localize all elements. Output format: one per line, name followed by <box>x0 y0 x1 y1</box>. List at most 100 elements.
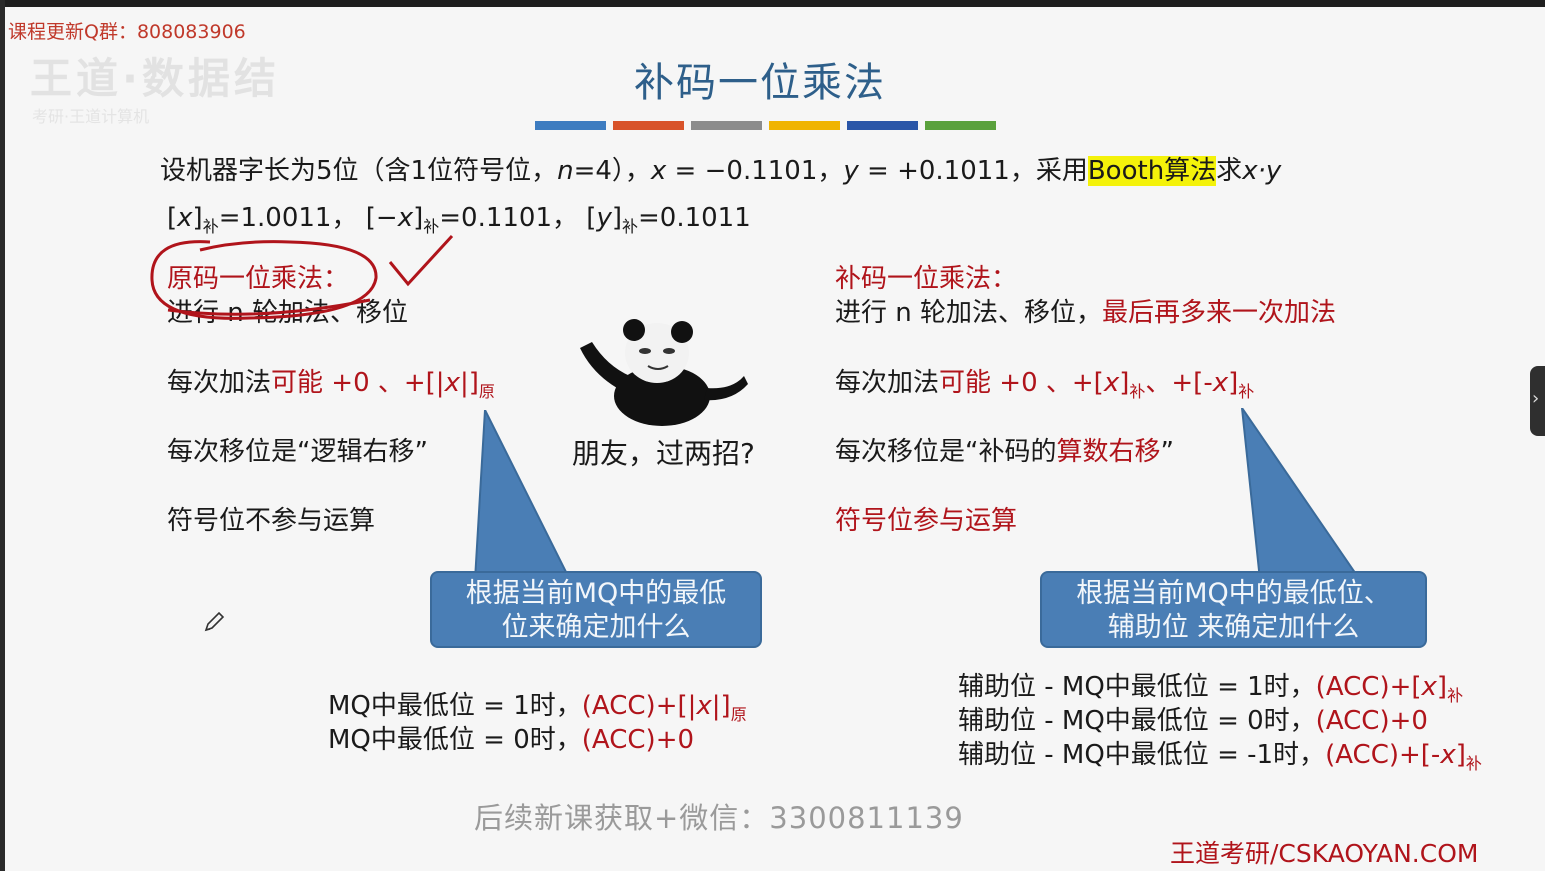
left-add-subscript: 原 <box>478 382 495 401</box>
color-bar-3 <box>691 121 762 130</box>
color-bar-4 <box>769 121 840 130</box>
faded-logo: 王道·数据结 <box>30 54 280 103</box>
right-rule-3-x: x <box>1440 740 1456 770</box>
left-callout-line-1: 根据当前MQ中的最低 <box>465 578 727 609</box>
bracket-open-1: [ <box>167 203 178 233</box>
right-callout-line-2: 辅助位 来确定加什么 <box>1107 612 1360 643</box>
right-add-red-2b: ] <box>1228 368 1239 398</box>
right-callout-pointer <box>1241 408 1362 580</box>
color-bar-1 <box>535 121 606 130</box>
var-n: n <box>557 156 574 186</box>
right-callout-line-1: 根据当前MQ中的最低位、 <box>1076 578 1391 609</box>
var-y-3: y <box>596 203 612 233</box>
right-sign-line: 符号位参与运算 <box>835 506 1018 536</box>
left-rule-1-red-2: |] <box>711 691 731 721</box>
right-rule-3-red-2: ] <box>1455 740 1466 770</box>
right-add-prefix: 每次加法 <box>835 368 940 398</box>
var-x-1: x <box>177 203 193 233</box>
right-add-red-1b: ] <box>1119 368 1130 398</box>
right-add-subscript-1: 补 <box>1129 382 1146 401</box>
top-black-bar <box>0 0 1545 7</box>
right-shift-line: 每次移位是“补码的算数右移” <box>835 431 1174 468</box>
meme-caption: 朋友，过两招? <box>572 437 755 470</box>
var-x-2: x <box>397 203 414 233</box>
problem-text-4: = +0.1011，采用 <box>858 156 1088 186</box>
right-add-x-1: x <box>1103 368 1120 398</box>
bracket-close-2: ] <box>413 203 424 233</box>
left-callout-line-2: 位来确定加什么 <box>501 612 691 643</box>
color-bar-5 <box>847 121 918 130</box>
left-rule-1-x: x <box>696 691 712 721</box>
handwritten-circle-check-annotation <box>150 234 454 320</box>
pencil-cursor-icon <box>204 611 225 632</box>
left-add-red: 可能 +0 、+[| <box>271 368 445 398</box>
side-panel-toggle[interactable]: › <box>1530 366 1545 436</box>
bracket-open-2: [− <box>365 203 398 233</box>
right-add-red-2: +[- <box>1171 368 1213 398</box>
left-rule-2: MQ中最低位 = 0时，(ACC)+0 <box>328 719 694 756</box>
var-y: y <box>843 156 859 186</box>
problem-text-5: 求 <box>1216 156 1243 186</box>
title-color-bars <box>535 121 996 130</box>
right-rule-3-subscript: 补 <box>1465 754 1482 773</box>
left-callout-pointer <box>473 410 572 580</box>
right-line-1-red: 最后再多来一次加法 <box>1102 298 1337 328</box>
left-shift-line: 每次移位是“逻辑右移” <box>167 437 428 467</box>
var-x: x <box>650 156 667 186</box>
right-rule-1-red-2: ] <box>1436 672 1448 702</box>
left-rule-2-red: (ACC)+0 <box>581 725 695 755</box>
right-shift-text-2: ” <box>1160 437 1174 467</box>
right-add-subscript-2: 补 <box>1238 382 1255 401</box>
value-2: =0.1101， <box>439 203 579 233</box>
problem-text-3: = −0.1101， <box>666 156 844 186</box>
right-rule-2-red: (ACC)+0 <box>1315 706 1428 736</box>
left-add-prefix: 每次加法 <box>167 368 272 398</box>
slide-title: 补码一位乘法 <box>634 60 886 106</box>
value-1: =1.0011， <box>218 203 358 233</box>
faded-logo-subtitle: 考研·王道计算机 <box>32 107 150 126</box>
left-rule-1-subscript: 原 <box>730 705 747 724</box>
right-add-x-2: x <box>1212 368 1229 398</box>
chevron-right-icon: › <box>1532 388 1540 409</box>
right-rule-1-subscript: 补 <box>1447 686 1464 705</box>
problem-statement: 设机器字长为5位（含1位符号位，n=4），x = −0.1101，y = +0.… <box>160 150 1281 187</box>
right-heading: 补码一位乘法： <box>835 264 1018 294</box>
wechat-watermark: 后续新课获取+微信：3300811139 <box>474 801 964 835</box>
left-rule-1-red: (ACC)+[| <box>581 691 697 721</box>
right-rule-3-red: (ACC)+[- <box>1325 740 1441 770</box>
left-add-red-2: |] <box>459 368 479 398</box>
right-shift-text-1: 每次移位是“补码的 <box>835 437 1057 467</box>
booth-highlight: Booth算法 <box>1087 156 1217 186</box>
right-rule-3: 辅助位 - MQ中最低位 = -1时，(ACC)+[-x]补 <box>958 734 1482 774</box>
value-3: =0.1011 <box>638 203 751 233</box>
left-rule-2-text: MQ中最低位 = 0时， <box>328 725 582 755</box>
right-add-separator: 、 <box>1145 368 1172 398</box>
right-line-1: 进行 n 轮加法、移位，最后再多来一次加法 <box>835 292 1336 329</box>
var-xy: x·y <box>1242 156 1282 186</box>
problem-text-2: =4）， <box>573 156 651 186</box>
right-rule-2-text: 辅助位 - MQ中最低位 = 0时， <box>958 706 1316 736</box>
right-rule-1-x: x <box>1421 672 1437 702</box>
right-callout-box: 根据当前MQ中的最低位、 辅助位 来确定加什么 <box>1040 571 1427 648</box>
right-rule-3-text: 辅助位 - MQ中最低位 = -1时， <box>958 740 1326 770</box>
bracket-close-1: ] <box>192 203 203 233</box>
right-rule-1-red: (ACC)+[ <box>1315 672 1422 702</box>
left-callout-box: 根据当前MQ中的最低 位来确定加什么 <box>430 571 762 648</box>
left-add-line: 每次加法可能 +0 、+[|x|]原 <box>167 362 495 402</box>
bracket-close-3: ] <box>611 203 622 233</box>
bracket-open-3: [ <box>586 203 597 233</box>
qq-group-note: 课程更新Q群：808083906 <box>8 21 246 43</box>
right-line-1-text: 进行 n 轮加法、移位， <box>835 298 1103 328</box>
color-bar-2 <box>613 121 684 130</box>
color-bar-6 <box>925 121 996 130</box>
panda-meme-image <box>580 319 748 426</box>
brand-footer: 王道考研/CSKAOYAN.COM <box>1170 839 1479 868</box>
right-rule-2: 辅助位 - MQ中最低位 = 0时，(ACC)+0 <box>958 700 1428 737</box>
left-sign-line: 符号位不参与运算 <box>167 506 376 536</box>
right-add-line: 每次加法可能 +0 、+[x]补、+[-x]补 <box>835 362 1254 402</box>
right-shift-red: 算数右移 <box>1056 437 1161 467</box>
right-add-red-1: 可能 +0 、+[ <box>939 368 1104 398</box>
problem-text-1: 设机器字长为5位（含1位符号位， <box>160 156 558 186</box>
left-rule-1-text: MQ中最低位 = 1时， <box>328 691 582 721</box>
right-rule-1-text: 辅助位 - MQ中最低位 = 1时， <box>958 672 1316 702</box>
